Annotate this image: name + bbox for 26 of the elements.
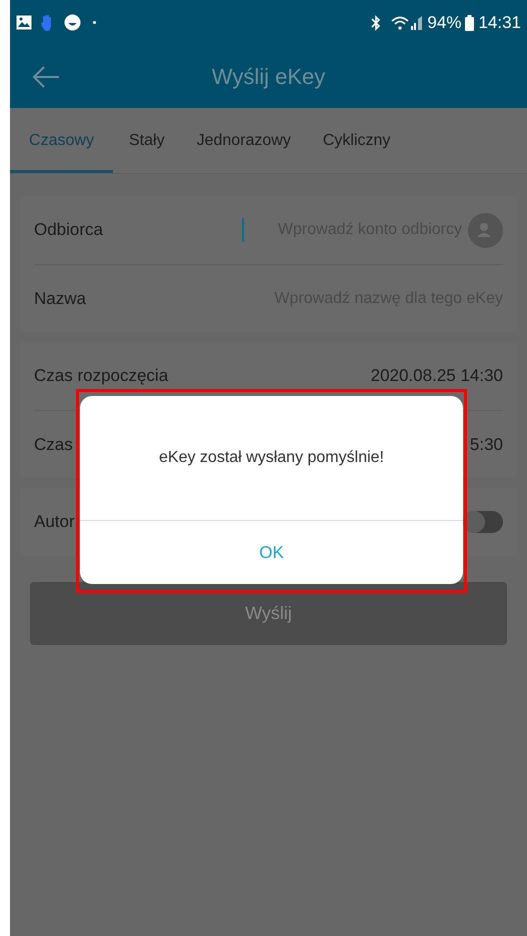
dialog-message: eKey został wysłany pomyślnie! xyxy=(159,448,384,468)
battery-percentage: 94% xyxy=(427,12,462,34)
field-value[interactable]: 2020.08.25 14:30 xyxy=(370,363,503,389)
image-icon xyxy=(16,15,32,30)
contact-icon[interactable] xyxy=(468,212,503,248)
field-label: Autor xyxy=(34,511,75,534)
toggle-switch[interactable] xyxy=(463,511,503,533)
field-label: Nazwa xyxy=(34,288,86,310)
field-value[interactable]: 5:30 xyxy=(470,432,503,458)
bluetooth-icon xyxy=(371,14,382,30)
tab[interactable]: Stały xyxy=(117,108,177,173)
battery-icon xyxy=(465,14,474,30)
wifi-icon xyxy=(391,16,410,30)
smiley-icon xyxy=(64,14,81,31)
clock-time: 14:31 xyxy=(478,12,521,34)
field-label: Czas xyxy=(34,434,73,456)
ok-button[interactable]: OK xyxy=(243,532,300,574)
tab[interactable]: Cykliczny xyxy=(310,108,402,173)
field-label: Odbiorca xyxy=(34,219,103,242)
tab[interactable]: Czasowy xyxy=(10,108,113,173)
back-arrow-icon[interactable] xyxy=(32,65,60,89)
screen-title: Wyślij eKey xyxy=(212,63,326,91)
tab[interactable]: Jednorazowy xyxy=(184,108,303,173)
signal-icon xyxy=(411,16,424,30)
field-label: Czas rozpoczęcia xyxy=(34,365,168,388)
send-button[interactable]: Wyślij xyxy=(30,582,507,645)
